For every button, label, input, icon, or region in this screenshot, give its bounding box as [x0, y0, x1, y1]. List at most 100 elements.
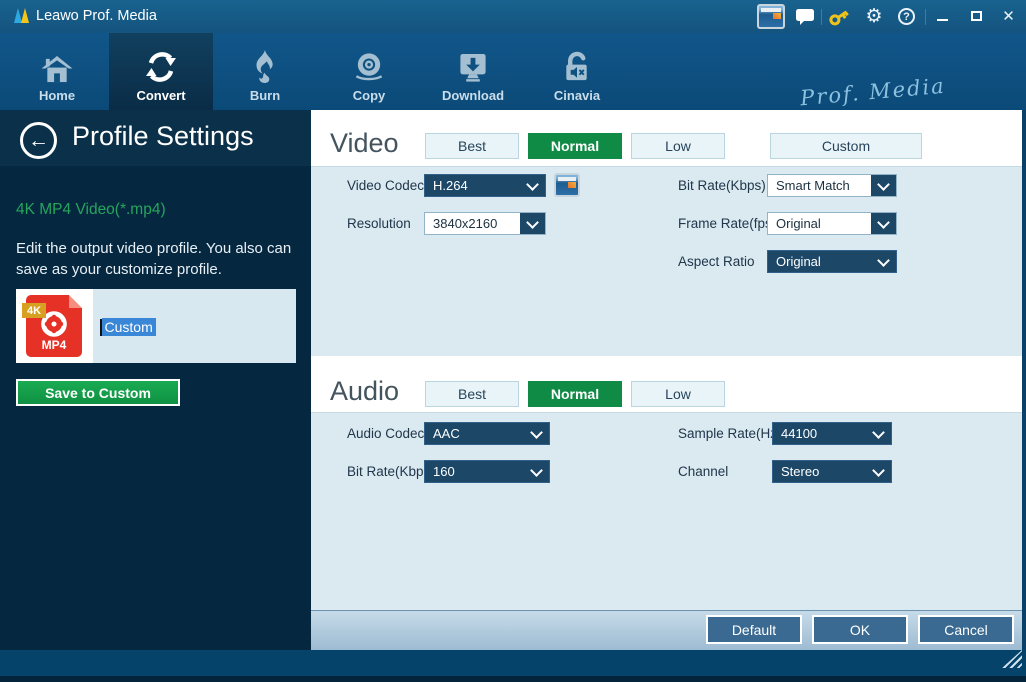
leawo-logo-icon: [12, 6, 32, 26]
4k-badge: 4K: [22, 303, 46, 318]
audio-codec-dropdown[interactable]: AAC: [424, 422, 550, 445]
file-fold: [69, 295, 82, 308]
resolution-dropdown[interactable]: 3840x2160: [424, 212, 546, 235]
download-icon: [456, 53, 490, 84]
channel-label: Channel: [678, 464, 728, 479]
samplerate-value: 44100: [781, 426, 817, 441]
status-footer: [0, 650, 1026, 676]
format-label: MP4: [26, 338, 82, 352]
tab-copy[interactable]: Copy: [317, 33, 421, 110]
tab-convert[interactable]: Convert: [109, 33, 213, 110]
settings-gear-icon[interactable]: ⚙: [864, 5, 884, 27]
burn-flame-icon: [250, 50, 280, 84]
help-icon[interactable]: ?: [898, 8, 915, 25]
channel-value: Stereo: [781, 464, 819, 479]
video-bitrate-label: Bit Rate(Kbps): [678, 178, 766, 193]
audio-quality-best[interactable]: Best: [425, 381, 519, 407]
back-arrow-icon: ←: [28, 129, 49, 153]
bottom-action-bar: Default OK Cancel: [311, 610, 1022, 650]
profile-name: 4K MP4 Video(*.mp4): [16, 201, 166, 219]
copy-disc-icon: [352, 51, 386, 84]
tab-label: Cinavia: [554, 89, 600, 102]
framerate-dropdown[interactable]: Original: [767, 212, 897, 235]
audio-codec-value: AAC: [433, 426, 460, 441]
close-icon[interactable]: ✕: [1000, 7, 1017, 24]
audio-quality-normal[interactable]: Normal: [528, 381, 622, 407]
video-bitrate-value: Smart Match: [776, 178, 850, 193]
tab-home[interactable]: Home: [5, 33, 109, 110]
video-codec-value: H.264: [433, 178, 468, 193]
profile-name-input[interactable]: Custom: [102, 318, 156, 336]
register-key-icon[interactable]: [824, 2, 853, 31]
aspect-ratio-value: Original: [776, 254, 821, 269]
resize-grip[interactable]: [1002, 650, 1022, 668]
tab-label: Copy: [353, 89, 386, 102]
video-quality-low[interactable]: Low: [631, 133, 725, 159]
app-window: { "titlebar": { "title": "Leawo Prof. Me…: [0, 0, 1026, 682]
back-button[interactable]: ←: [20, 122, 57, 159]
feedback-chat-icon[interactable]: [795, 8, 815, 26]
save-to-custom-button[interactable]: Save to Custom: [16, 379, 180, 406]
codec-info-badge-icon[interactable]: [554, 173, 580, 197]
mp4-file-icon: MP4 4K: [26, 295, 82, 357]
tab-cinavia[interactable]: Cinavia: [525, 33, 629, 110]
title-bar: Leawo Prof. Media ⚙ ? ✕: [0, 0, 1026, 33]
aspect-ratio-label: Aspect Ratio: [678, 254, 755, 269]
audio-codec-label: Audio Codec: [347, 426, 424, 441]
samplerate-label: Sample Rate(Hz): [678, 426, 782, 441]
aspect-ratio-dropdown[interactable]: Original: [767, 250, 897, 273]
titlebar-separator: [821, 9, 822, 25]
profile-thumbnail: MP4 4K: [16, 289, 93, 363]
video-quality-custom[interactable]: Custom: [770, 133, 922, 159]
profile-description-line1: Edit the output video profile. You also …: [16, 240, 291, 257]
cancel-button[interactable]: Cancel: [918, 615, 1014, 644]
window-title: Leawo Prof. Media: [36, 8, 157, 24]
profile-description-line2: save as your customize profile.: [16, 261, 222, 278]
audio-quality-low[interactable]: Low: [631, 381, 725, 407]
chevron-down-icon: [871, 175, 896, 196]
profile-name-field[interactable]: Custom: [100, 318, 156, 336]
tab-label: Burn: [250, 89, 280, 102]
page-title: Profile Settings: [72, 121, 254, 152]
audio-bitrate-dropdown[interactable]: 160: [424, 460, 550, 483]
audio-heading: Audio: [330, 376, 399, 407]
chevron-down-icon: [520, 213, 545, 234]
profile-card[interactable]: MP4 4K Custom: [16, 289, 296, 363]
samplerate-dropdown[interactable]: 44100: [772, 422, 892, 445]
supports-badge-icon[interactable]: [757, 4, 785, 29]
tab-download[interactable]: Download: [421, 33, 525, 110]
tab-burn[interactable]: Burn: [213, 33, 317, 110]
video-settings-panel: [311, 166, 1022, 356]
minimize-icon[interactable]: [934, 8, 950, 24]
resolution-label: Resolution: [347, 216, 411, 231]
framerate-value: Original: [776, 216, 821, 231]
home-icon: [41, 55, 73, 84]
cinavia-unlock-icon: [561, 51, 593, 84]
maximize-icon[interactable]: [968, 8, 984, 24]
resolution-value: 3840x2160: [433, 216, 497, 231]
default-button[interactable]: Default: [706, 615, 802, 644]
window-bottom-border: [0, 676, 1026, 682]
window-right-border: [1022, 110, 1026, 650]
sidebar: [0, 166, 311, 650]
video-codec-label: Video Codec: [347, 178, 424, 193]
video-bitrate-dropdown[interactable]: Smart Match: [767, 174, 897, 197]
audio-bitrate-label: Bit Rate(Kbps): [347, 464, 435, 479]
ok-button[interactable]: OK: [812, 615, 908, 644]
audio-bitrate-value: 160: [433, 464, 455, 479]
chevron-down-icon: [866, 461, 891, 482]
tab-label: Convert: [136, 89, 185, 102]
channel-dropdown[interactable]: Stereo: [772, 460, 892, 483]
video-quality-normal[interactable]: Normal: [528, 133, 622, 159]
chevron-down-icon: [524, 423, 549, 444]
video-quality-best[interactable]: Best: [425, 133, 519, 159]
brand-signature: Prof. Media: [799, 74, 946, 111]
chevron-down-icon: [871, 251, 896, 272]
chevron-down-icon: [871, 213, 896, 234]
titlebar-separator: [925, 9, 926, 25]
video-heading: Video: [330, 128, 399, 159]
framerate-label: Frame Rate(fps): [678, 216, 776, 231]
convert-icon: [144, 50, 178, 84]
video-codec-dropdown[interactable]: H.264: [424, 174, 546, 197]
main-nav: Home Convert Burn Copy: [0, 33, 1026, 110]
